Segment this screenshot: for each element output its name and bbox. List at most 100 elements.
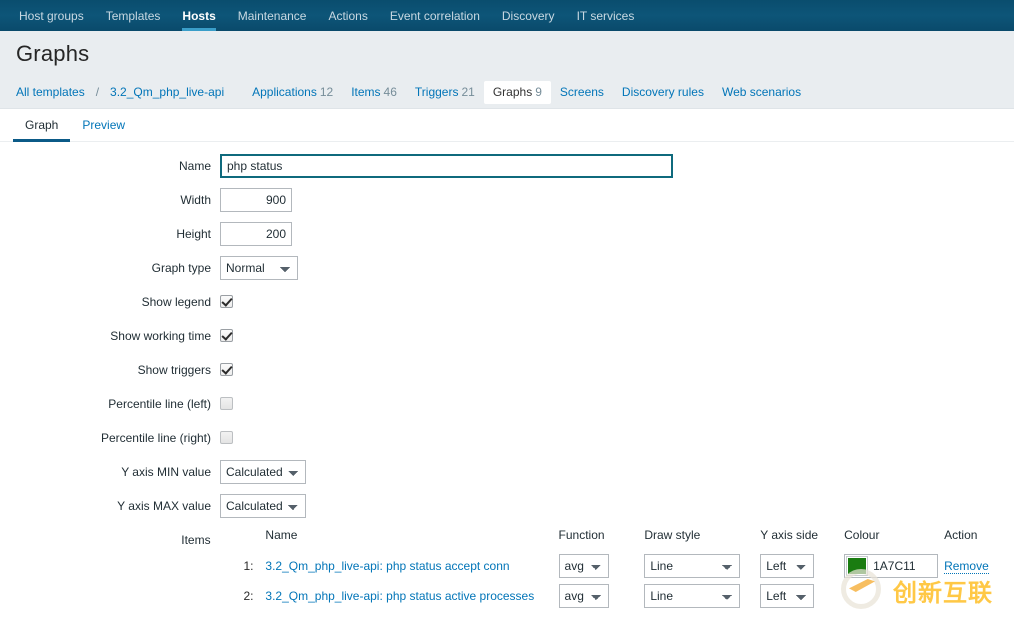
nav-item-templates[interactable]: Templates bbox=[95, 0, 172, 31]
show-working-time-checkbox[interactable] bbox=[220, 329, 233, 342]
breadcrumb-item-screens[interactable]: Screens bbox=[551, 81, 613, 104]
tab-label: Graph bbox=[25, 118, 59, 132]
th-index bbox=[243, 528, 265, 551]
cell-draw-style: LineFilled regionBold lineDotDashed line… bbox=[644, 551, 760, 581]
cell-colour: 1A7C11 bbox=[844, 551, 944, 581]
item-y-axis-side-select[interactable]: LeftRight bbox=[760, 554, 815, 578]
nav-label: Hosts bbox=[182, 8, 216, 23]
field-row-y-axis-min: Y axis MIN value CalculatedFixedItem bbox=[0, 460, 1014, 484]
crumb-count: 12 bbox=[319, 84, 334, 99]
cell-function: allminavgmax bbox=[558, 581, 645, 611]
table-row: 1: 3.2_Qm_php_live-api: php status accep… bbox=[222, 551, 1014, 581]
item-link[interactable]: 3.2_Qm_php_live-api: php status accept c… bbox=[265, 559, 509, 573]
breadcrumb-template-name[interactable]: 3.2_Qm_php_live-api bbox=[101, 81, 233, 104]
cell-colour bbox=[844, 581, 944, 611]
th-name: Name bbox=[265, 528, 298, 542]
breadcrumb-item-applications[interactable]: Applications 12 bbox=[243, 81, 342, 104]
width-input[interactable] bbox=[220, 188, 292, 212]
th-drag bbox=[222, 528, 244, 551]
field-row-items: Items Name Function Draw style Y axis si… bbox=[0, 528, 1014, 611]
colour-swatch[interactable] bbox=[846, 556, 869, 576]
breadcrumb-item-triggers[interactable]: Triggers 21 bbox=[406, 81, 484, 104]
height-input[interactable] bbox=[220, 222, 292, 246]
th-y-axis-side: Y axis side bbox=[760, 528, 819, 542]
breadcrumb-item-items[interactable]: Items 46 bbox=[342, 81, 406, 104]
crumb-count: 21 bbox=[461, 84, 475, 99]
page-title: Graphs bbox=[16, 40, 90, 66]
crumb-label: Web scenarios bbox=[721, 84, 802, 99]
crumb-label: Triggers bbox=[414, 84, 459, 99]
cell-action: Remove bbox=[944, 551, 1014, 581]
crumb-label: Screens bbox=[559, 84, 604, 99]
field-row-percentile-right: Percentile line (right) bbox=[0, 426, 1014, 450]
crumb-count: 46 bbox=[383, 84, 397, 99]
field-row-show-working-time: Show working time bbox=[0, 324, 1014, 348]
nav-item-discovery[interactable]: Discovery bbox=[491, 0, 566, 31]
nav-label: Discovery bbox=[501, 8, 555, 23]
label-percentile-left: Percentile line (left) bbox=[108, 397, 211, 411]
nav-item-maintenance[interactable]: Maintenance bbox=[227, 0, 318, 31]
show-triggers-checkbox[interactable] bbox=[220, 363, 233, 376]
label-items: Items bbox=[181, 533, 211, 547]
show-legend-checkbox[interactable] bbox=[220, 295, 233, 308]
item-draw-style-select[interactable]: LineFilled regionBold lineDotDashed line… bbox=[644, 584, 741, 608]
label-height: Height bbox=[176, 227, 211, 241]
item-function-select[interactable]: allminavgmax bbox=[558, 584, 609, 608]
item-link[interactable]: 3.2_Qm_php_live-api: php status active p… bbox=[265, 589, 534, 603]
percentile-right-checkbox[interactable] bbox=[220, 431, 233, 444]
percentile-left-checkbox[interactable] bbox=[220, 397, 233, 410]
crumb-label: Discovery rules bbox=[621, 84, 704, 99]
nav-label: Actions bbox=[328, 8, 368, 23]
y-axis-max-select[interactable]: CalculatedFixedItem bbox=[220, 494, 306, 518]
nav-item-event-correlation[interactable]: Event correlation bbox=[379, 0, 491, 31]
graph-type-select[interactable]: NormalStackedPieExploded bbox=[220, 256, 298, 280]
label-y-axis-min: Y axis MIN value bbox=[121, 465, 211, 479]
crumb-label: Applications bbox=[252, 84, 317, 99]
nav-item-it-services[interactable]: IT services bbox=[566, 0, 646, 31]
item-y-axis-side-select[interactable]: LeftRight bbox=[760, 584, 815, 608]
items-table-header-row: Name Function Draw style Y axis side Col… bbox=[222, 528, 1014, 551]
cell-index: 2: bbox=[243, 589, 254, 603]
page-header: Graphs bbox=[0, 31, 1014, 76]
nav-item-actions[interactable]: Actions bbox=[317, 0, 378, 31]
th-function: Function bbox=[558, 528, 605, 542]
breadcrumb-item-discovery-rules[interactable]: Discovery rules bbox=[613, 81, 713, 104]
label-show-legend: Show legend bbox=[141, 295, 211, 309]
nav-label: IT services bbox=[576, 8, 635, 23]
cell-y-axis-side: LeftRight bbox=[760, 581, 844, 611]
colour-picker[interactable]: 1A7C11 bbox=[844, 554, 939, 578]
crumb-label: Graphs bbox=[492, 84, 533, 99]
nav-label: Templates bbox=[105, 8, 161, 23]
nav-item-host-groups[interactable]: Host groups bbox=[8, 0, 95, 31]
main-navigation: Host groups Templates Hosts Maintenance … bbox=[0, 0, 1014, 31]
cell-action bbox=[944, 581, 1014, 611]
th-draw-style: Draw style bbox=[644, 528, 701, 542]
name-input[interactable] bbox=[220, 154, 673, 178]
breadcrumb-item-graphs[interactable]: Graphs 9 bbox=[483, 80, 551, 104]
cell-drag bbox=[222, 581, 244, 611]
tab-preview[interactable]: Preview bbox=[70, 109, 137, 141]
label-graph-type: Graph type bbox=[151, 261, 211, 275]
colour-value: 1A7C11 bbox=[873, 559, 916, 573]
items-table: Name Function Draw style Y axis side Col… bbox=[222, 528, 1014, 611]
label-width: Width bbox=[180, 193, 211, 207]
breadcrumb-separator: / bbox=[95, 85, 100, 99]
cell-function: allminavgmax bbox=[558, 551, 645, 581]
breadcrumb-all-templates[interactable]: All templates bbox=[16, 81, 94, 104]
field-row-graph-type: Graph type NormalStackedPieExploded bbox=[0, 256, 1014, 280]
breadcrumb-item-web-scenarios[interactable]: Web scenarios bbox=[713, 81, 810, 104]
field-row-y-axis-max: Y axis MAX value CalculatedFixedItem bbox=[0, 494, 1014, 518]
field-row-width: Width bbox=[0, 188, 1014, 212]
remove-button[interactable]: Remove bbox=[944, 559, 989, 574]
cell-name: 3.2_Qm_php_live-api: php status active p… bbox=[265, 581, 558, 611]
tab-graph[interactable]: Graph bbox=[13, 109, 71, 142]
item-draw-style-select[interactable]: LineFilled regionBold lineDotDashed line… bbox=[644, 554, 741, 578]
graph-form: Name Width Height Graph type NormalStack… bbox=[0, 142, 1014, 611]
nav-item-hosts[interactable]: Hosts bbox=[171, 0, 226, 31]
field-row-show-triggers: Show triggers bbox=[0, 358, 1014, 382]
item-function-select[interactable]: allminavgmax bbox=[558, 554, 609, 578]
field-row-height: Height bbox=[0, 222, 1014, 246]
tab-label: Preview bbox=[82, 118, 126, 132]
th-colour: Colour bbox=[844, 528, 880, 542]
y-axis-min-select[interactable]: CalculatedFixedItem bbox=[220, 460, 306, 484]
